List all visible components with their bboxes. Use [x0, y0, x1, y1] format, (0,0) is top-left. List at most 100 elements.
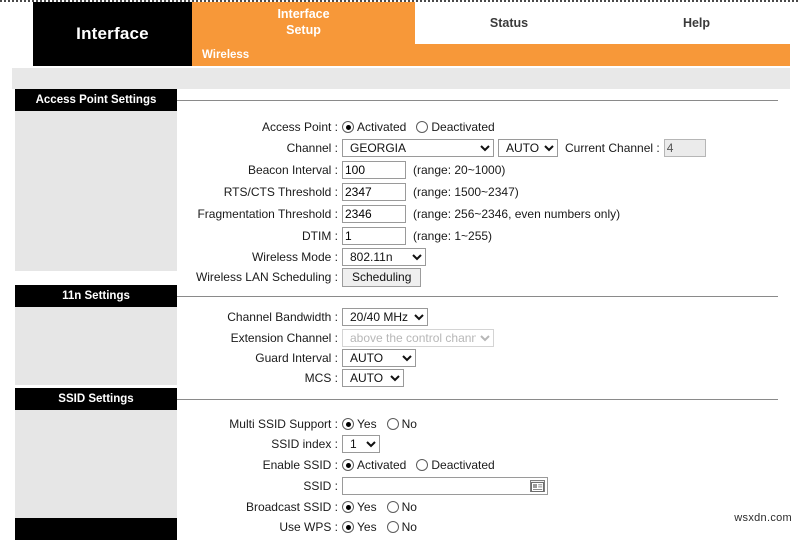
hint-dtim: (range: 1~255) [413, 229, 493, 243]
section-rule-access-point-settings [177, 100, 778, 101]
row-broadcast-ssid: Broadcast SSID : Yes No [0, 497, 417, 517]
label-channel: Channel : [286, 141, 338, 155]
settings-body: Access Point Settings Access Point : Act… [0, 89, 800, 540]
row-guard-interval: Guard Interval : AUTO [0, 348, 416, 368]
radio-group-multi-ssid-support[interactable]: Yes No [342, 417, 417, 431]
hint-fragmentation-threshold: (range: 256~2346, even numbers only) [413, 207, 621, 221]
radio-multi-ssid-no[interactable]: No [386, 417, 417, 431]
radio-on-icon [342, 501, 354, 513]
site-header: Interface Interface Setup Status Help Wi… [0, 2, 800, 68]
radio-group-use-wps[interactable]: Yes No [342, 520, 417, 534]
row-dtim: DTIM : (range: 1~255) [0, 226, 492, 246]
row-beacon-interval: Beacon Interval : (range: 20~1000) [0, 160, 505, 180]
label-guard-interval: Guard Interval : [255, 351, 338, 365]
row-wireless-mode: Wireless Mode : 802.11n [0, 247, 426, 267]
radio-multi-ssid-yes-label: Yes [357, 417, 377, 431]
tab-help-label: Help [682, 16, 711, 30]
label-ssid-index: SSID index : [271, 437, 338, 451]
label-fragmentation-threshold: Fragmentation Threshold : [197, 207, 338, 221]
row-rts-cts-threshold: RTS/CTS Threshold : (range: 1500~2347) [0, 182, 519, 202]
radio-on-icon [342, 121, 354, 133]
label-ssid: SSID : [303, 479, 338, 493]
label-wireless-mode: Wireless Mode : [251, 250, 338, 264]
row-access-point: Access Point : Activated Deactivated [0, 117, 495, 137]
contact-card-icon[interactable] [530, 480, 545, 492]
select-channel-auto[interactable]: AUTO [498, 139, 558, 157]
radio-off-icon [386, 501, 399, 513]
hint-beacon-interval: (range: 20~1000) [413, 163, 506, 177]
subnav-wireless-label: Wireless [202, 49, 250, 61]
section-title-11n-settings: 11n Settings [62, 290, 130, 302]
select-channel-region[interactable]: GEORGIA [342, 139, 494, 157]
tab-status[interactable]: Status [415, 2, 603, 44]
field-current-channel [663, 139, 706, 157]
section-title-access-point-settings: Access Point Settings [35, 94, 157, 106]
radio-group-access-point[interactable]: Activated Deactivated [342, 120, 495, 134]
label-current-channel: Current Channel : [565, 141, 660, 155]
tab-help[interactable]: Help [603, 2, 790, 44]
label-dtim: DTIM : [302, 229, 338, 243]
section-header-11n-settings: 11n Settings [15, 285, 177, 307]
select-wireless-mode[interactable]: 802.11n [342, 248, 426, 266]
radio-access-point-deactivated[interactable]: Deactivated [416, 120, 495, 134]
radio-broadcast-ssid-no[interactable]: No [386, 500, 417, 514]
ssid-input-wrapper [342, 477, 548, 495]
radio-broadcast-ssid-no-label: No [401, 500, 417, 514]
row-wireless-lan-scheduling: Wireless LAN Scheduling : Scheduling [0, 267, 422, 287]
row-extension-channel: Extension Channel : above the control ch… [0, 328, 494, 348]
select-mcs[interactable]: AUTO [342, 369, 404, 387]
tab-status-label: Status [489, 16, 529, 30]
input-beacon-interval[interactable] [342, 161, 406, 179]
radio-off-icon [386, 521, 399, 533]
row-ssid-index: SSID index : 1 [0, 434, 380, 454]
select-channel-bandwidth[interactable]: 20/40 MHz [342, 308, 428, 326]
radio-use-wps-yes-label: Yes [357, 520, 377, 534]
section-rule-ssid-settings [177, 399, 778, 400]
input-dtim[interactable] [342, 227, 406, 245]
radio-broadcast-ssid-yes[interactable]: Yes [342, 500, 377, 514]
radio-use-wps-no[interactable]: No [386, 520, 417, 534]
hint-rts-cts-threshold: (range: 1500~2347) [413, 185, 519, 199]
subnav-item-wireless[interactable]: Wireless [202, 44, 249, 66]
radio-group-enable-ssid[interactable]: Activated Deactivated [342, 458, 495, 472]
label-mcs: MCS : [304, 371, 338, 385]
label-wireless-lan-scheduling: Wireless LAN Scheduling : [195, 270, 338, 284]
radio-broadcast-ssid-yes-label: Yes [357, 500, 377, 514]
header-divider-band [12, 68, 790, 89]
row-channel-bandwidth: Channel Bandwidth : 20/40 MHz [0, 307, 428, 327]
radio-enable-ssid-deactivated-label: Deactivated [431, 458, 495, 472]
row-ssid: SSID : [0, 476, 548, 496]
radio-use-wps-yes[interactable]: Yes [342, 520, 377, 534]
input-fragmentation-threshold[interactable] [342, 205, 406, 223]
label-rts-cts-threshold: RTS/CTS Threshold : [223, 185, 338, 199]
radio-multi-ssid-yes[interactable]: Yes [342, 417, 377, 431]
radio-enable-ssid-activated-label: Activated [357, 458, 407, 472]
radio-multi-ssid-no-label: No [401, 417, 417, 431]
section-rule-11n-settings [177, 296, 778, 297]
section-title-ssid-settings: SSID Settings [58, 393, 134, 405]
brand-interface-label: Interface [33, 2, 192, 66]
watermark: wsxdn.com [734, 512, 792, 524]
select-extension-channel: above the control channel [342, 329, 494, 347]
tab-interface-setup[interactable]: Interface Setup [192, 2, 415, 44]
input-ssid[interactable] [342, 477, 548, 495]
radio-access-point-activated-label: Activated [357, 120, 407, 134]
row-fragmentation-threshold: Fragmentation Threshold : (range: 256~23… [0, 204, 620, 224]
select-guard-interval[interactable]: AUTO [342, 349, 416, 367]
radio-enable-ssid-activated[interactable]: Activated [342, 458, 406, 472]
label-multi-ssid-support: Multi SSID Support : [229, 417, 338, 431]
radio-enable-ssid-deactivated[interactable]: Deactivated [416, 458, 495, 472]
select-ssid-index[interactable]: 1 [342, 435, 380, 453]
subnav-bar [192, 44, 790, 66]
scheduling-button[interactable]: Scheduling [342, 267, 422, 287]
section-header-access-point-settings: Access Point Settings [15, 89, 177, 111]
radio-group-broadcast-ssid[interactable]: Yes No [342, 500, 417, 514]
label-enable-ssid: Enable SSID : [262, 458, 338, 472]
input-rts-cts-threshold[interactable] [342, 183, 406, 201]
row-mcs: MCS : AUTO [0, 368, 404, 388]
label-broadcast-ssid: Broadcast SSID : [245, 500, 338, 514]
label-access-point: Access Point : [261, 120, 338, 134]
radio-off-icon [386, 418, 399, 430]
contact-card-glyph [531, 482, 544, 492]
radio-access-point-activated[interactable]: Activated [342, 120, 406, 134]
